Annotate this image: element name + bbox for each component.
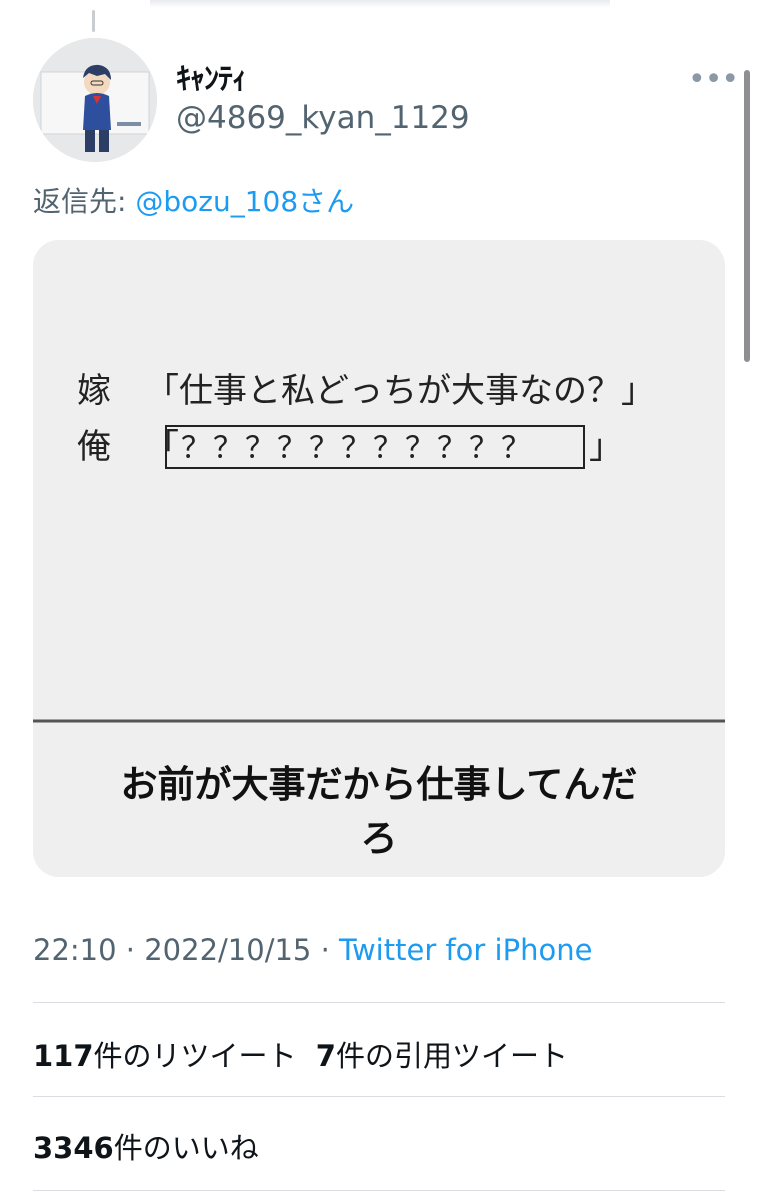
retweet-count: 117 <box>33 1039 94 1073</box>
engagement-stats: 117件のリツイート 7件の引用ツイート <box>33 1033 568 1075</box>
author-handle[interactable]: @4869_kyan_1129 <box>176 100 470 136</box>
my-line-close-bracket: 」 <box>589 427 623 467</box>
quote-count: 7 <box>315 1039 336 1073</box>
scrollbar[interactable] <box>744 70 750 362</box>
separator-dot: · <box>311 933 340 967</box>
previous-tweet-edge <box>150 0 610 8</box>
thread-connector <box>92 10 95 32</box>
divider <box>33 1002 725 1003</box>
tweet-timestamp: 22:10 · 2022/10/15 · Twitter for iPhone <box>33 933 592 967</box>
retweet-stat[interactable]: 117件のリツイート <box>33 1039 297 1073</box>
quote-stat[interactable]: 7件の引用ツイート <box>316 1039 568 1073</box>
my-line-question-marks: ？？？？？？？？？？？ <box>181 431 533 466</box>
tweet-source-link[interactable]: Twitter for iPhone <box>339 933 592 967</box>
like-count: 3346 <box>33 1131 114 1165</box>
retweet-label: 件のリツイート <box>93 1039 297 1073</box>
like-label: 件のいいね <box>113 1131 259 1165</box>
divider <box>33 1190 725 1191</box>
separator-dot: · <box>116 933 145 967</box>
tweet-time[interactable]: 22:10 <box>33 933 117 967</box>
reply-to: 返信先: @bozu_108さん <box>33 180 354 220</box>
speaker-wife: 嫁 <box>77 371 111 411</box>
reply-prefix: 返信先: <box>33 185 136 218</box>
more-dots-icon[interactable]: ••• <box>688 62 739 97</box>
avatar[interactable] <box>33 38 157 162</box>
wife-line: 「仕事と私どっちが大事なの？」 <box>145 371 655 411</box>
reply-mention-link[interactable]: @bozu_108さん <box>135 185 354 218</box>
caption-line-2: ろ <box>360 817 398 860</box>
tweet-date[interactable]: 2022/10/15 <box>144 933 311 967</box>
my-line-open-bracket: 「 <box>145 427 179 467</box>
like-stat[interactable]: 3346件のいいね <box>33 1125 259 1167</box>
author-display-name[interactable]: ｷｬﾝﾃｨ <box>176 54 247 98</box>
quote-label: 件の引用ツイート <box>335 1039 568 1073</box>
divider <box>33 1096 725 1097</box>
tweet-media-image[interactable]: 嫁 「仕事と私どっちが大事なの？」 俺 「 ？？？？？？？？？？？ 」 お前が大… <box>33 240 725 877</box>
speaker-me: 俺 <box>77 427 111 467</box>
avatar-cartoon-boy-icon <box>33 38 157 162</box>
caption-line-1: お前が大事だから仕事してんだ <box>120 763 638 806</box>
